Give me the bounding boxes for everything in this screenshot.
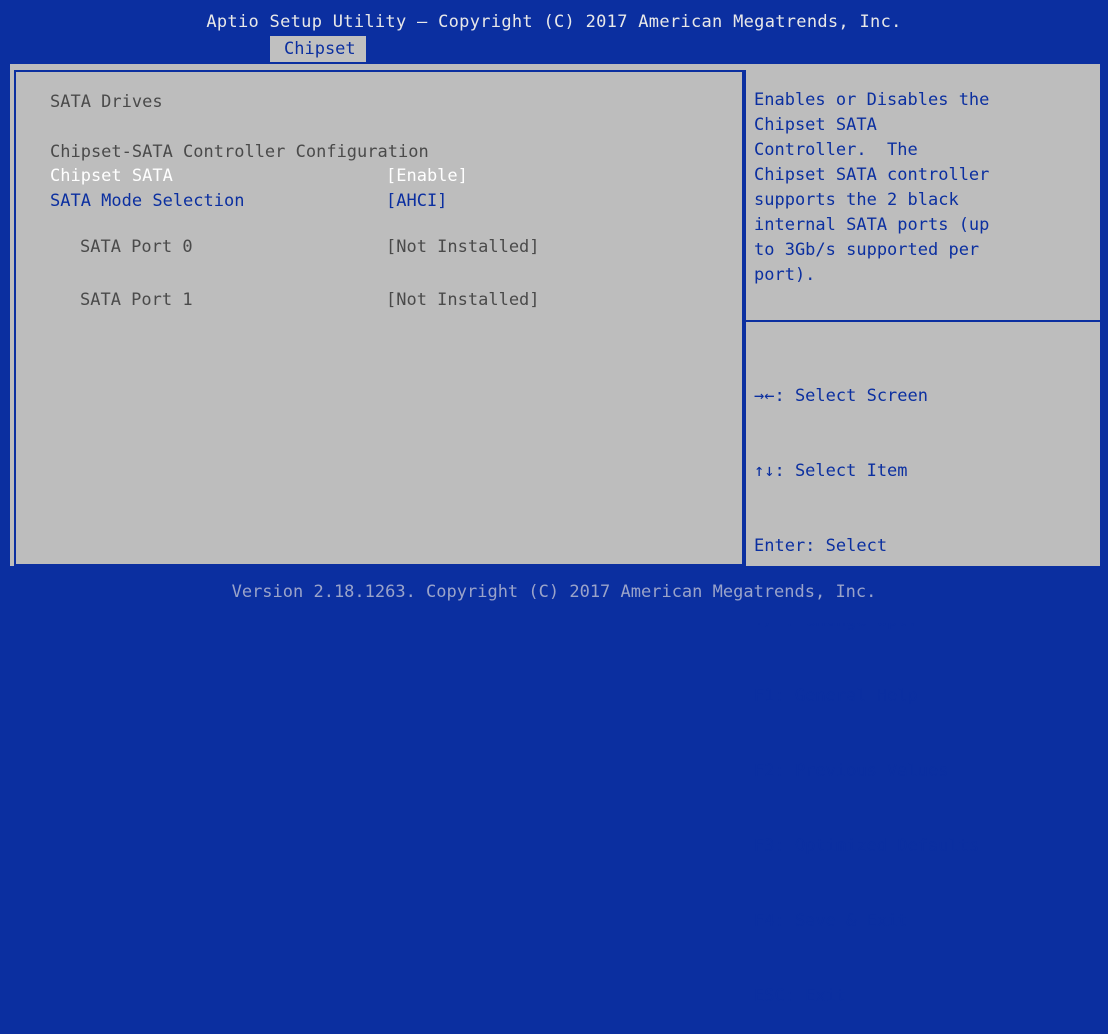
- sata-port-0-value: [Not Installed]: [386, 237, 540, 257]
- key-f2: F2: Previous Values: [754, 761, 949, 781]
- key-select-screen: →←: Select Screen: [754, 386, 928, 406]
- sata-port-1-value: [Not Installed]: [386, 290, 540, 310]
- setting-chipset-sata-label[interactable]: Chipset SATA: [50, 166, 173, 186]
- key-esc: ESC: Exit: [754, 986, 847, 1006]
- key-legend: →←: Select Screen ↑↓: Select Item Enter:…: [754, 334, 1098, 1034]
- section-label: SATA Drives: [50, 92, 163, 112]
- key-enter: Enter: Select: [754, 536, 888, 556]
- footer-bar: Version 2.18.1263. Copyright (C) 2017 Am…: [0, 568, 1108, 623]
- pane-divider: [744, 70, 746, 566]
- footer-version: Version 2.18.1263. Copyright (C) 2017 Am…: [231, 582, 877, 602]
- sata-port-0-label: SATA Port 0: [80, 237, 193, 257]
- key-f3: F3: Optimized Defaults: [754, 836, 980, 856]
- help-text: Enables or Disables the Chipset SATA Con…: [754, 90, 990, 285]
- key-f4: F4: Save & Exit: [754, 911, 908, 931]
- setting-chipset-sata-value[interactable]: [Enable]: [386, 166, 468, 186]
- header-title: Aptio Setup Utility – Copyright (C) 2017…: [206, 12, 902, 32]
- key-f1: F1: General Help: [754, 686, 918, 706]
- group-label: Chipset-SATA Controller Configuration: [50, 142, 429, 162]
- key-select-item: ↑↓: Select Item: [754, 461, 908, 481]
- tab-chipset[interactable]: Chipset: [270, 36, 366, 63]
- setting-sata-mode-label[interactable]: SATA Mode Selection: [50, 191, 244, 211]
- setting-sata-mode-value[interactable]: [AHCI]: [386, 191, 447, 211]
- help-divider: [746, 320, 1102, 322]
- sata-port-1-label: SATA Port 1: [80, 290, 193, 310]
- tab-bar: Chipset: [270, 36, 366, 63]
- header-bar: Aptio Setup Utility – Copyright (C) 2017…: [0, 0, 1108, 63]
